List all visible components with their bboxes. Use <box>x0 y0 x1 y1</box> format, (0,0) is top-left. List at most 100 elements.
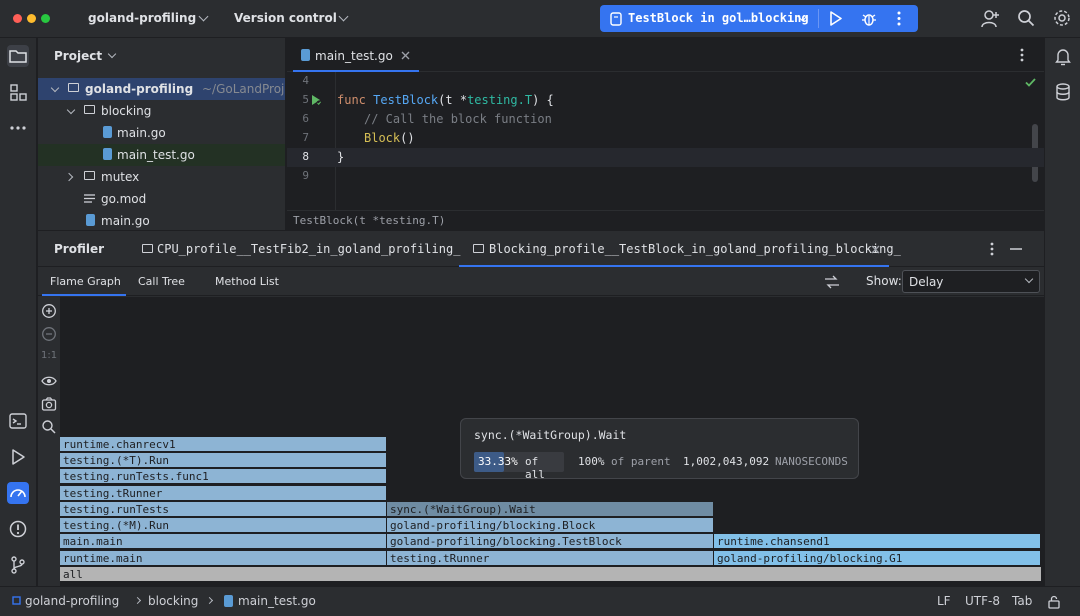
status-crumb-folder[interactable]: blocking <box>148 594 198 608</box>
minimize-icon[interactable] <box>1010 248 1022 250</box>
flame-frame[interactable]: testing.(*M).Run <box>60 518 387 533</box>
code-line: 5 func TestBlock(t *testing.T) { <box>302 93 554 107</box>
mod-file-icon <box>84 194 95 203</box>
more-vertical-icon[interactable] <box>1020 48 1024 62</box>
chevron-down-icon[interactable] <box>107 49 117 59</box>
title-bar: goland-profiling Version control TestBlo… <box>0 0 1080 38</box>
chevron-down-icon <box>1024 274 1034 284</box>
tree-item-label: mutex <box>101 170 140 184</box>
flame-frame[interactable]: main.main <box>60 534 387 549</box>
flame-frame[interactable]: runtime.main <box>60 551 387 566</box>
go-file-icon <box>224 595 233 607</box>
expand-arrow-icon[interactable] <box>50 83 60 93</box>
code-line: 4 <box>302 74 309 87</box>
tree-item-blocking[interactable]: blocking <box>38 100 285 122</box>
collapse-arrow-icon[interactable] <box>64 172 74 182</box>
zoom-out-icon[interactable] <box>41 326 57 342</box>
tree-item-go-mod[interactable]: go.mod <box>38 188 285 210</box>
profiler-tool-button[interactable] <box>7 482 29 504</box>
git-tool-button[interactable] <box>7 554 29 576</box>
run-test-gutter-icon[interactable] <box>310 94 322 106</box>
zoom-window-button[interactable] <box>41 14 50 23</box>
eye-icon[interactable] <box>41 373 57 389</box>
profiler-tab-cpu[interactable]: CPU_profile__TestFib2_in_goland_profilin… <box>134 231 460 267</box>
show-select[interactable]: Delay <box>902 270 1040 293</box>
tooltip-unit: NANOSECONDS <box>775 455 848 468</box>
tooltip-title: sync.(*WaitGroup).Wait <box>474 428 627 442</box>
flame-frame[interactable]: goland-profiling/blocking.G1 <box>714 551 1041 566</box>
flame-frame-selected[interactable]: sync.(*WaitGroup).Wait <box>387 502 714 517</box>
run-config-selector[interactable]: TestBlock in gol…blocking <box>600 5 918 32</box>
tree-item-mutex[interactable]: mutex <box>38 166 285 188</box>
flame-frame[interactable]: goland-profiling/blocking.Block <box>387 518 714 533</box>
run-icon <box>12 449 25 465</box>
project-switcher[interactable]: goland-profiling <box>82 0 212 38</box>
zoom-reset-button[interactable]: 1:1 <box>41 350 57 366</box>
flame-frame[interactable]: testing.runTests.func1 <box>60 469 387 484</box>
tab-flame-graph[interactable]: Flame Graph <box>42 267 126 296</box>
minimize-window-button[interactable] <box>27 14 36 23</box>
breadcrumb-function[interactable]: TestBlock(t *testing.T) <box>293 214 445 227</box>
more-horizontal-icon <box>10 126 26 130</box>
run-tool-button[interactable] <box>7 446 29 468</box>
camera-icon[interactable] <box>41 396 57 412</box>
lock-icon[interactable] <box>1047 595 1061 609</box>
right-tool-strip <box>1044 38 1080 586</box>
flame-frame[interactable]: testing.(*T).Run <box>60 453 387 468</box>
more-vertical-icon[interactable] <box>897 11 901 26</box>
tab-method-list[interactable]: Method List <box>207 267 291 296</box>
flame-frame[interactable]: testing.runTests <box>60 502 387 517</box>
expand-arrow-icon[interactable] <box>66 105 76 115</box>
flame-frame[interactable]: goland-profiling/blocking.TestBlock <box>387 534 714 549</box>
more-vertical-icon[interactable] <box>990 242 994 256</box>
run-icon[interactable] <box>829 11 843 26</box>
status-crumb-project[interactable]: goland-profiling <box>25 594 119 608</box>
more-tools-button[interactable] <box>7 117 29 139</box>
go-file-icon <box>103 126 112 138</box>
close-icon[interactable] <box>401 51 410 60</box>
profiler-tab-blocking[interactable]: Blocking_profile__TestBlock_in_goland_pr… <box>459 231 901 267</box>
flame-frame[interactable]: testing.tRunner <box>60 486 387 501</box>
problems-tool-button[interactable] <box>7 518 29 540</box>
terminal-tool-button[interactable] <box>7 410 29 432</box>
search-icon[interactable] <box>1017 9 1035 27</box>
indent-setting[interactable]: Tab <box>1012 594 1032 608</box>
chevron-down-icon <box>198 11 209 22</box>
run-config-label: TestBlock in gol…blocking <box>628 11 809 25</box>
debug-icon[interactable] <box>861 11 877 27</box>
left-tool-strip <box>0 38 37 586</box>
search-icon[interactable] <box>41 419 57 435</box>
close-icon[interactable] <box>871 245 880 254</box>
tab-call-tree[interactable]: Call Tree <box>130 267 200 296</box>
profiler-view-tabs: Flame Graph Call Tree Method List Show: … <box>38 267 1044 296</box>
flame-frame-root[interactable]: all <box>60 567 1041 582</box>
settings-icon[interactable] <box>1053 9 1071 27</box>
zoom-in-icon[interactable] <box>41 303 57 319</box>
flame-frame[interactable]: runtime.chansend1 <box>714 534 1041 549</box>
profiler-panel: Profiler CPU_profile__TestFib2_in_goland… <box>38 230 1044 586</box>
tree-item-blocking-main-go[interactable]: main.go <box>38 122 285 144</box>
flame-frame[interactable]: testing.tRunner <box>387 551 714 566</box>
project-tool-button[interactable] <box>7 45 29 67</box>
profiler-title: Profiler <box>54 242 105 256</box>
folder-icon <box>84 171 95 180</box>
add-user-icon[interactable] <box>981 9 1000 28</box>
code-line-current: 8 } <box>287 148 1044 167</box>
vcs-switcher[interactable]: Version control <box>228 0 353 38</box>
project-panel: Project goland-profiling ~/GoLandProje b… <box>38 38 286 230</box>
database-tool-button[interactable] <box>1052 81 1074 103</box>
status-crumb-file[interactable]: main_test.go <box>238 594 316 608</box>
tree-item-main-go[interactable]: main.go <box>38 210 285 230</box>
compare-arrows-icon[interactable] <box>824 274 840 290</box>
tree-item-main-test-go[interactable]: main_test.go <box>38 144 285 166</box>
tree-item-root[interactable]: goland-profiling ~/GoLandProje <box>38 78 285 100</box>
code-area[interactable]: 4 5 func TestBlock(t *testing.T) { 6 // … <box>287 72 1044 210</box>
structure-tool-button[interactable] <box>7 81 29 103</box>
close-window-button[interactable] <box>13 14 22 23</box>
line-separator[interactable]: LF <box>937 594 951 608</box>
editor-tab-main-test-go[interactable]: main_test.go <box>293 38 419 72</box>
notifications-tool-button[interactable] <box>1052 45 1074 67</box>
flame-frame[interactable]: runtime.chanrecv1 <box>60 437 387 452</box>
profiler-gauge-icon <box>10 489 26 498</box>
file-encoding[interactable]: UTF-8 <box>965 594 1000 608</box>
